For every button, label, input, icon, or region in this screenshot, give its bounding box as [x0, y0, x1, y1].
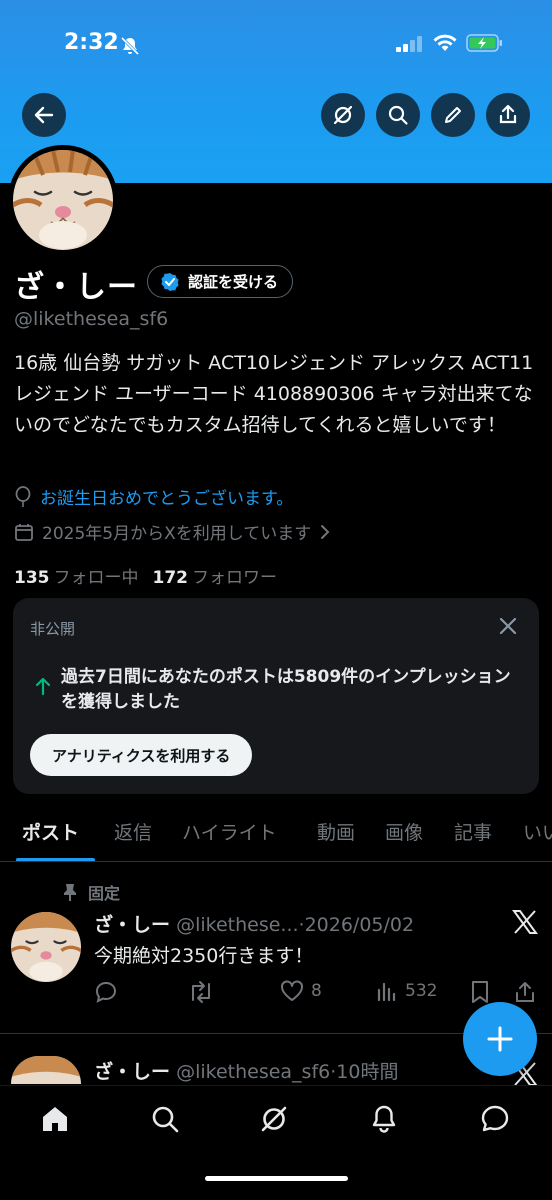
search-button[interactable] [376, 93, 420, 137]
birthday-row[interactable]: お誕生日おめでとうございます。 [14, 484, 293, 509]
grok-icon[interactable] [259, 1104, 289, 1134]
analytics-bars-icon [377, 982, 396, 1002]
analytics-button[interactable]: アナリティクスを利用する [30, 734, 253, 776]
cellular-signal-icon [396, 36, 422, 52]
search-icon[interactable] [150, 1104, 180, 1134]
messages-icon[interactable] [480, 1104, 510, 1134]
post-author-name[interactable]: ざ・しー [94, 1061, 170, 1083]
repost-icon [192, 981, 210, 1003]
status-time: 2:32 [64, 30, 119, 55]
following-label: フォロー中 [53, 568, 139, 588]
share-post-icon [516, 982, 534, 1002]
share-button[interactable] [486, 93, 530, 137]
profile-tabs: ポスト 返信 ハイライト 動画 画像 記事 いい [0, 806, 552, 862]
post-date[interactable]: 10時間 [336, 1061, 398, 1083]
tab-likes[interactable]: いい [523, 818, 552, 845]
private-label: 非公開 [30, 620, 76, 638]
get-verified-label: 認証を受ける [188, 273, 279, 291]
chevron-right-icon [321, 524, 330, 539]
active-tab-indicator [16, 858, 95, 861]
heart-icon [281, 980, 303, 1001]
follow-stats: 135 フォロー中 172 フォロワー [14, 563, 277, 588]
impressions-text: 過去7日間にあなたのポストは5809件のインプレッションを獲得しました [61, 667, 511, 712]
grok-icon [333, 105, 353, 125]
edit-button[interactable] [431, 93, 475, 137]
post-author-name[interactable]: ざ・しー [94, 914, 170, 936]
pinned-label: 固定 [88, 884, 121, 903]
tab-replies[interactable]: 返信 [114, 818, 152, 845]
pinned-indicator: 固定 [62, 880, 120, 904]
tab-articles[interactable]: 記事 [454, 818, 492, 845]
pin-icon [64, 884, 76, 901]
share-post-action[interactable] [514, 980, 536, 1004]
search-icon [388, 105, 408, 125]
post-avatar[interactable] [11, 1056, 81, 1084]
profile-bio: 16歳 仙台勢 サガット ACT10レジェンド アレックス ACT11レジェンド… [14, 352, 534, 436]
tab-posts[interactable]: ポスト [22, 818, 79, 845]
private-impressions-card: 非公開 過去7日間にあなたのポストは5809件のインプレッションを獲得しました … [13, 598, 539, 794]
get-verified-button[interactable]: 認証を受ける [147, 265, 294, 298]
view-count: 532 [405, 981, 438, 1001]
profile-avatar[interactable] [8, 145, 118, 255]
close-icon[interactable] [497, 615, 519, 637]
profile-handle: @likethesea_sf6 [14, 308, 169, 330]
birthday-text: お誕生日おめでとうございます。 [40, 489, 294, 509]
x-logo-icon[interactable] [512, 910, 538, 934]
bookmark-action[interactable] [470, 980, 490, 1004]
tab-highlights[interactable]: ハイライト [182, 818, 277, 845]
reply-action[interactable] [94, 980, 118, 1004]
post-header: ざ・しー @likethese...·2026/05/02 [94, 910, 414, 937]
post-author-handle[interactable]: @likethesea_sf6 [176, 1061, 330, 1083]
back-button[interactable] [22, 93, 66, 137]
status-bar: 2:32 [0, 0, 552, 90]
followers-label: フォロワー [192, 568, 277, 588]
calendar-icon [15, 523, 33, 541]
like-count: 8 [311, 981, 322, 1001]
grok-button[interactable] [321, 93, 365, 137]
post-header: ざ・しー @likethesea_sf6·10時間 [94, 1057, 398, 1084]
home-indicator [205, 1176, 348, 1181]
profile-name: ざ・しー [14, 270, 138, 305]
bottom-navigation [0, 1085, 552, 1200]
tab-images[interactable]: 画像 [385, 818, 423, 845]
bookmark-icon [472, 981, 488, 1003]
joined-row[interactable]: 2025年5月からXを利用しています [14, 519, 331, 544]
following-count: 135 [14, 568, 50, 588]
post-date[interactable]: 2026/05/02 [305, 914, 415, 936]
battery-charging-icon [466, 34, 502, 52]
post-avatar[interactable] [11, 912, 81, 982]
tab-videos[interactable]: 動画 [317, 818, 355, 845]
home-icon[interactable] [40, 1104, 70, 1134]
arrow-left-icon [34, 106, 54, 124]
views-action[interactable]: 532 [376, 980, 437, 1002]
wifi-icon [433, 34, 457, 51]
arrow-up-icon [35, 677, 51, 696]
share-icon [499, 104, 517, 124]
balloon-icon [15, 485, 31, 507]
following-link[interactable]: 135 フォロー中 [14, 563, 139, 588]
followers-link[interactable]: 172 フォロワー [153, 563, 278, 588]
compose-post-button[interactable] [463, 1002, 537, 1076]
verified-badge-icon [161, 272, 179, 291]
cat-face-avatar-image [11, 149, 115, 250]
followers-count: 172 [152, 568, 189, 588]
repost-action[interactable] [188, 980, 214, 1004]
post-author-handle[interactable]: @likethese... [176, 914, 298, 936]
reply-icon [95, 981, 117, 1003]
like-action[interactable]: 8 [280, 980, 322, 1002]
post-text: 今期絶対2350行きます！ [94, 945, 314, 967]
plus-icon [487, 1026, 513, 1052]
joined-text: 2025年5月からXを利用しています [42, 524, 312, 544]
pencil-icon [445, 107, 461, 123]
notifications-bell-icon[interactable] [369, 1104, 399, 1134]
bell-muted-icon [120, 36, 140, 56]
